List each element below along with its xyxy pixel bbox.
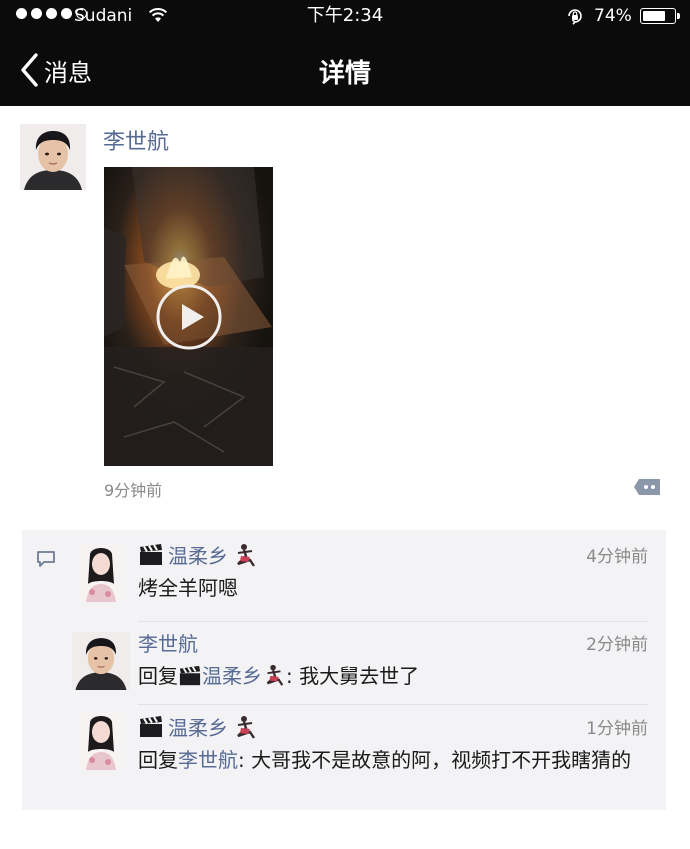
comment-author-avatar[interactable] — [80, 712, 122, 770]
avatar-photo — [80, 712, 122, 770]
battery-fill — [643, 11, 665, 21]
reply-to-mention[interactable]: 温柔乡 — [202, 664, 262, 688]
comment-item[interactable]: 李世航 2分钟前 回复 温柔乡 : 我大舅去世了 — [22, 628, 666, 708]
comment-timestamp: 1分钟前 — [586, 719, 648, 739]
comment-divider — [138, 621, 648, 622]
rotation-lock-icon — [568, 9, 582, 25]
reply-prefix: 回复 — [138, 748, 178, 772]
comment-author-name: 温柔乡 — [168, 544, 228, 568]
post-timestamp: 9分钟前 — [104, 481, 163, 500]
dancer-icon — [266, 664, 284, 686]
clapperboard-icon — [140, 715, 162, 737]
comment-author[interactable]: 李世航 — [138, 628, 198, 657]
post-author-name[interactable]: 李世航 — [103, 124, 169, 156]
play-icon — [156, 284, 222, 350]
comment-timestamp: 4分钟前 — [586, 547, 648, 567]
status-bar: Sudani 下午2:34 74% — [0, 0, 690, 34]
comment-text: 回复李世航: 大哥我不是故意的阿，视频打不开我瞎猜的 — [138, 746, 638, 774]
post-author-avatar[interactable] — [20, 124, 86, 190]
comment-timestamp: 2分钟前 — [586, 635, 648, 655]
comments-panel: 温柔乡 4分钟前 烤全羊阿嗯 李世航 2分钟前 回复 温柔乡: 我大舅去世了 … — [22, 530, 666, 810]
comment-author-avatar[interactable] — [80, 544, 122, 602]
comment-author-avatar[interactable] — [72, 632, 130, 690]
comment-author[interactable]: 温柔乡 — [138, 540, 258, 569]
comment-item[interactable]: 温柔乡 4分钟前 烤全羊阿嗯 — [22, 540, 666, 624]
comment-item[interactable]: 温柔乡 1分钟前 回复李世航: 大哥我不是故意的阿，视频打不开我瞎猜的 — [22, 712, 666, 808]
comment-author-name: 李世航 — [138, 632, 198, 656]
more-actions-icon[interactable] — [632, 476, 662, 498]
dancer-icon — [237, 715, 255, 739]
clapperboard-icon — [140, 543, 162, 565]
page-title: 详情 — [318, 59, 371, 89]
battery-icon — [640, 8, 680, 24]
reply-to-mention[interactable]: 李世航 — [178, 748, 238, 772]
status-time: 下午2:34 — [306, 5, 384, 26]
comment-text: 回复 温柔乡 : 我大舅去世了 — [138, 662, 638, 690]
comment-body: : 我大舅去世了 — [286, 664, 420, 688]
comment-author-name: 温柔乡 — [168, 716, 228, 740]
clapperboard-icon — [179, 665, 201, 686]
battery-percent: 74% — [594, 6, 632, 26]
video-thumbnail[interactable] — [104, 167, 273, 466]
dancer-icon — [237, 543, 255, 567]
reply-prefix: 回复 — [138, 664, 178, 688]
avatar-photo — [80, 544, 122, 602]
navigation-bar: 消息 详情 — [0, 34, 690, 106]
comment-body: : 大哥我不是故意的阿，视频打不开我瞎猜的 — [238, 748, 632, 772]
battery-tip — [677, 13, 680, 19]
comment-author[interactable]: 温柔乡 — [138, 712, 258, 741]
comment-text: 烤全羊阿嗯 — [138, 576, 238, 600]
top-bar: Sudani 下午2:34 74% 消息 详情 — [0, 0, 690, 106]
avatar-photo — [72, 632, 130, 690]
avatar-photo — [20, 124, 86, 190]
comment-divider — [138, 704, 648, 705]
